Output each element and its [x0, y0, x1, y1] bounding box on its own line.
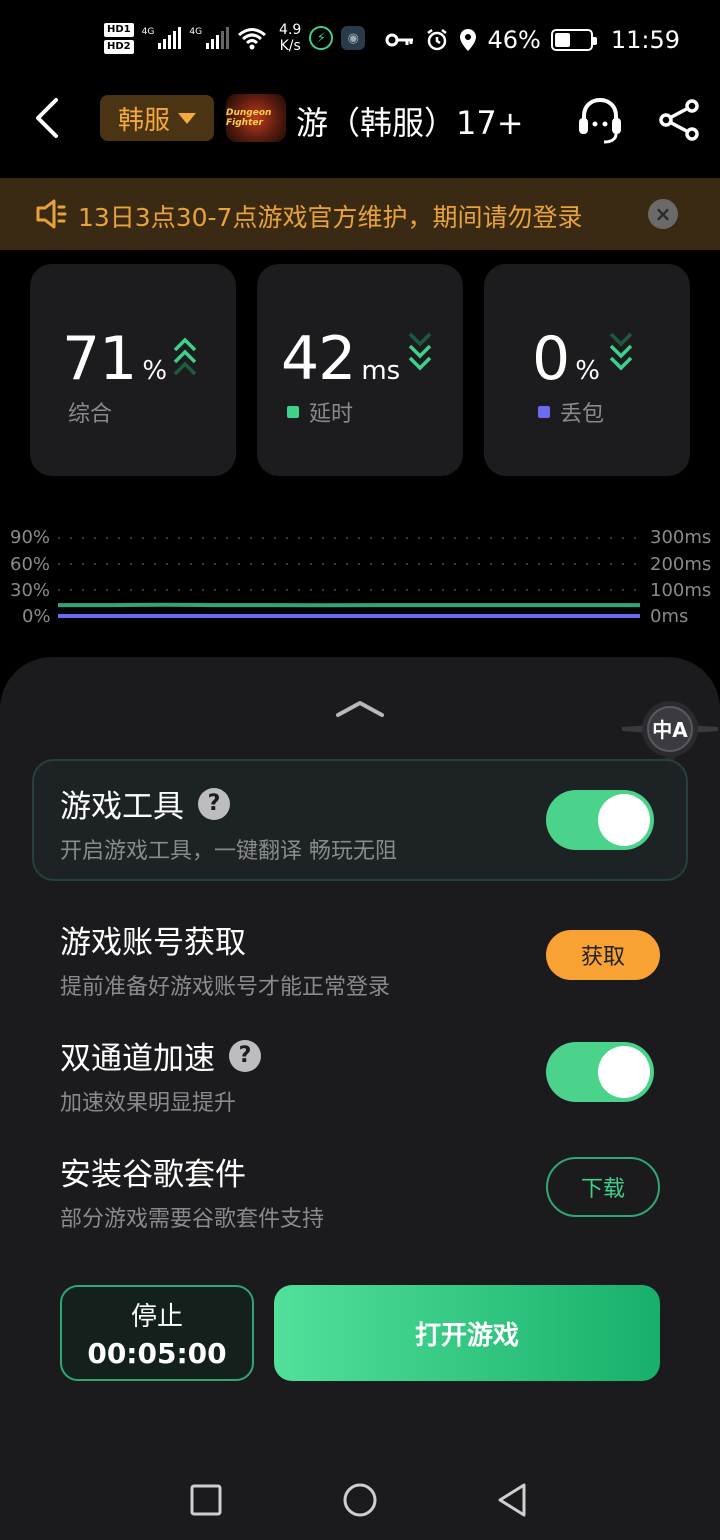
open-game-button[interactable]: 打开游戏 [274, 1285, 660, 1381]
account-subtitle: 提前准备好游戏账号才能正常登录 [60, 975, 391, 1000]
loss-value: 0% [532, 324, 600, 394]
system-nav-bar [0, 1460, 720, 1540]
sim2-hd-badge: HD2 [104, 39, 134, 54]
charging-icon: ⚡ [309, 26, 334, 50]
home-icon[interactable] [340, 1480, 380, 1520]
dual-channel-toggle[interactable] [546, 1042, 654, 1102]
latency-series-line [58, 602, 640, 608]
caret-down-icon [178, 112, 196, 124]
double-down-arrow-icon [408, 332, 432, 371]
stat-card-overall: 71% 综合 [30, 264, 236, 476]
status-right: 46% 11:59 [385, 26, 680, 54]
top-nav: 韩服 Dungeon Fighter 游（韩服）17+ [0, 84, 720, 178]
region-selector[interactable]: 韩服 [100, 95, 214, 141]
overall-label: 综合 [68, 402, 113, 427]
overall-value: 71% [62, 324, 168, 394]
get-account-button[interactable]: 获取 [546, 930, 660, 980]
sim1-hd-badge: HD1 [104, 22, 134, 37]
google-suite-title: 安装谷歌套件 [60, 1157, 246, 1193]
recent-apps-icon[interactable] [186, 1480, 226, 1520]
loss-legend-dot [538, 406, 550, 418]
key-icon [385, 33, 414, 47]
notice-text: 13日3点30-7点游戏官方维护，期间请勿登录 [78, 203, 583, 232]
latency-legend-dot [287, 406, 299, 418]
signal-icon-2: 4G [189, 27, 230, 49]
double-up-arrow-icon [173, 337, 197, 376]
stop-timer: 00:05:00 [87, 1337, 227, 1370]
dual-channel-title: 双通道加速 ? [60, 1033, 261, 1078]
wifi-icon [238, 28, 267, 50]
signal-icon: 4G [142, 27, 182, 49]
battery-percent: 46% [487, 26, 541, 54]
double-down-arrow-icon [609, 332, 633, 371]
help-icon[interactable]: ? [198, 787, 230, 820]
chart-plot [58, 537, 640, 618]
clock: 11:59 [610, 26, 680, 54]
status-bar: HD1 HD2 4G 4G 4.9 K/s ⚡ ◉ 46% 11:59 [0, 0, 720, 84]
app-notification-icon: ◉ [341, 26, 366, 50]
status-left: HD1 HD2 4G 4G 4.9 K/s ⚡ ◉ [104, 22, 366, 54]
account-title: 游戏账号获取 [60, 925, 246, 961]
close-icon[interactable]: × [648, 199, 678, 229]
loss-label: 丢包 [538, 396, 604, 428]
net-speed: 4.9 K/s [279, 22, 302, 54]
network-chart: 90% 60% 30% 0% 300ms 200ms 100ms 0ms [0, 520, 720, 640]
stop-label: 停止 [130, 1302, 183, 1332]
battery-icon [550, 29, 597, 51]
bottom-sheet: 中A 游戏工具 ? 开启游戏工具，一键翻译 畅玩无阻 游戏账号获取 提前准备好游… [0, 657, 720, 1540]
region-label: 韩服 [117, 105, 170, 136]
alarm-icon [427, 29, 448, 51]
notice-bar: 13日3点30-7点游戏官方维护，期间请勿登录 × [0, 178, 720, 250]
latency-label: 延时 [287, 396, 353, 428]
back-triangle-icon[interactable] [494, 1480, 534, 1520]
location-icon [460, 29, 477, 51]
translate-label: 中A [652, 718, 688, 742]
chevron-up-icon[interactable] [334, 697, 386, 719]
speaker-icon [36, 199, 67, 229]
stop-button[interactable]: 停止 00:05:00 [60, 1285, 254, 1381]
stat-card-latency: 42 ms 延时 [257, 264, 463, 476]
game-tools-toggle[interactable] [546, 790, 654, 850]
game-tools-subtitle: 开启游戏工具，一键翻译 畅玩无阻 [60, 839, 397, 864]
translate-icon[interactable]: 中A [620, 697, 720, 767]
sim-indicators: HD1 HD2 [104, 22, 134, 54]
game-tools-title: 游戏工具 ? [60, 781, 230, 826]
customer-support-icon[interactable] [574, 94, 626, 146]
download-button[interactable]: 下载 [546, 1157, 660, 1217]
latency-value: 42 ms [281, 324, 401, 394]
game-title: 游（韩服）17+ [296, 104, 524, 142]
share-icon[interactable] [656, 96, 704, 144]
back-arrow-icon[interactable] [26, 96, 70, 140]
help-icon[interactable]: ? [229, 1039, 261, 1072]
google-suite-subtitle: 部分游戏需要谷歌套件支持 [60, 1207, 325, 1232]
dual-channel-subtitle: 加速效果明显提升 [60, 1091, 237, 1116]
game-logo: Dungeon Fighter [226, 94, 286, 142]
stat-card-loss: 0% 丢包 [484, 264, 690, 476]
